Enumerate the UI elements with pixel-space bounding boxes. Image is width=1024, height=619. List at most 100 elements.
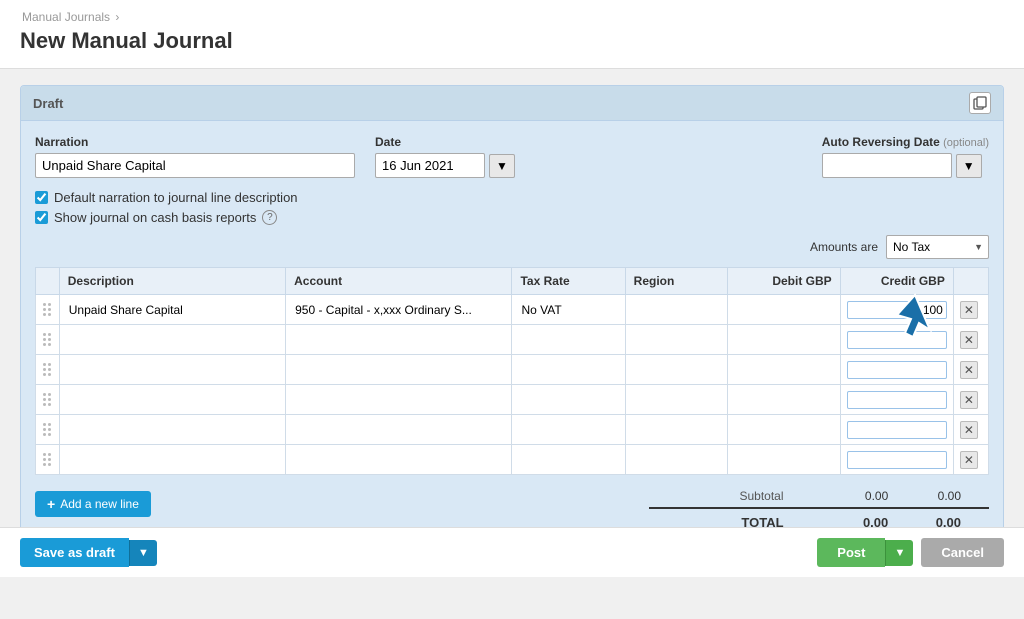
cell-debit-gbp[interactable] — [727, 415, 840, 445]
breadcrumb[interactable]: Manual Journals › — [20, 10, 1004, 24]
amounts-select-wrap[interactable]: No Tax Tax Exclusive Tax Inclusive — [886, 235, 989, 259]
debit-input[interactable] — [734, 302, 834, 318]
cell-debit-gbp[interactable] — [727, 445, 840, 475]
cell-tax-rate[interactable] — [512, 445, 625, 475]
account-input[interactable] — [292, 302, 505, 318]
account-input[interactable] — [292, 332, 505, 348]
cell-account[interactable] — [286, 295, 512, 325]
cell-description[interactable] — [59, 415, 285, 445]
credit-input[interactable] — [847, 391, 947, 409]
credit-input[interactable] — [847, 301, 947, 319]
credit-input[interactable] — [847, 451, 947, 469]
cell-account[interactable] — [286, 415, 512, 445]
cell-tax-rate[interactable] — [512, 355, 625, 385]
cell-credit-gbp[interactable] — [840, 415, 953, 445]
description-input[interactable] — [66, 332, 279, 348]
cell-credit-gbp[interactable] — [840, 325, 953, 355]
date-input[interactable] — [375, 153, 485, 178]
description-input[interactable] — [66, 452, 279, 468]
cell-region[interactable] — [625, 355, 727, 385]
remove-row-button[interactable]: ✕ — [960, 331, 978, 349]
debit-input[interactable] — [734, 422, 834, 438]
date-dropdown-button[interactable]: ▼ — [489, 154, 515, 178]
add-new-line-button[interactable]: + Add a new line — [35, 491, 151, 517]
description-input[interactable] — [66, 362, 279, 378]
narration-input[interactable] — [35, 153, 355, 178]
account-input[interactable] — [292, 392, 505, 408]
cell-description[interactable] — [59, 325, 285, 355]
credit-input[interactable] — [847, 331, 947, 349]
cell-tax-rate[interactable] — [512, 415, 625, 445]
cell-debit-gbp[interactable] — [727, 295, 840, 325]
breadcrumb-label[interactable]: Manual Journals — [22, 10, 110, 24]
drag-handle[interactable] — [36, 445, 60, 475]
cell-account[interactable] — [286, 355, 512, 385]
drag-handle[interactable] — [36, 385, 60, 415]
region-input[interactable] — [632, 332, 721, 348]
cell-debit-gbp[interactable] — [727, 325, 840, 355]
drag-handle[interactable] — [36, 325, 60, 355]
cell-tax-rate[interactable] — [512, 325, 625, 355]
region-input[interactable] — [632, 422, 721, 438]
cell-description[interactable] — [59, 295, 285, 325]
cell-account[interactable] — [286, 445, 512, 475]
save-draft-dropdown-button[interactable]: ▼ — [129, 540, 157, 566]
cell-credit-gbp[interactable] — [840, 385, 953, 415]
credit-input[interactable] — [847, 421, 947, 439]
cell-region[interactable] — [625, 445, 727, 475]
tax-rate-input[interactable] — [518, 362, 618, 378]
checkbox-cash-basis[interactable] — [35, 211, 48, 224]
credit-input[interactable] — [847, 361, 947, 379]
auto-reversing-dropdown-button[interactable]: ▼ — [956, 154, 982, 178]
account-input[interactable] — [292, 422, 505, 438]
debit-input[interactable] — [734, 392, 834, 408]
account-input[interactable] — [292, 452, 505, 468]
tax-rate-input[interactable] — [518, 332, 618, 348]
debit-input[interactable] — [734, 452, 834, 468]
description-input[interactable] — [66, 392, 279, 408]
help-icon[interactable]: ? — [262, 210, 277, 225]
cancel-button[interactable]: Cancel — [921, 538, 1004, 567]
account-input[interactable] — [292, 362, 505, 378]
description-input[interactable] — [66, 302, 279, 318]
checkbox-narration[interactable] — [35, 191, 48, 204]
cell-tax-rate[interactable] — [512, 385, 625, 415]
cell-description[interactable] — [59, 385, 285, 415]
drag-handle[interactable] — [36, 415, 60, 445]
cell-account[interactable] — [286, 325, 512, 355]
tax-rate-input[interactable] — [518, 392, 618, 408]
tax-rate-input[interactable] — [518, 302, 618, 318]
cell-region[interactable] — [625, 325, 727, 355]
copy-button[interactable] — [969, 92, 991, 114]
cell-region[interactable] — [625, 385, 727, 415]
remove-row-button[interactable]: ✕ — [960, 451, 978, 469]
remove-row-button[interactable]: ✕ — [960, 301, 978, 319]
region-input[interactable] — [632, 302, 721, 318]
tax-rate-input[interactable] — [518, 422, 618, 438]
remove-row-button[interactable]: ✕ — [960, 421, 978, 439]
amounts-select[interactable]: No Tax Tax Exclusive Tax Inclusive — [886, 235, 989, 259]
cell-debit-gbp[interactable] — [727, 385, 840, 415]
cell-description[interactable] — [59, 355, 285, 385]
region-input[interactable] — [632, 452, 721, 468]
remove-row-button[interactable]: ✕ — [960, 361, 978, 379]
remove-row-button[interactable]: ✕ — [960, 391, 978, 409]
cell-credit-gbp[interactable] — [840, 355, 953, 385]
tax-rate-input[interactable] — [518, 452, 618, 468]
cell-region[interactable] — [625, 295, 727, 325]
description-input[interactable] — [66, 422, 279, 438]
cell-debit-gbp[interactable] — [727, 355, 840, 385]
cell-description[interactable] — [59, 445, 285, 475]
cell-account[interactable] — [286, 385, 512, 415]
cell-tax-rate[interactable] — [512, 295, 625, 325]
region-input[interactable] — [632, 362, 721, 378]
debit-input[interactable] — [734, 332, 834, 348]
post-dropdown-button[interactable]: ▼ — [885, 540, 913, 566]
drag-handle[interactable] — [36, 295, 60, 325]
cell-credit-gbp[interactable] — [840, 445, 953, 475]
region-input[interactable] — [632, 392, 721, 408]
save-draft-button[interactable]: Save as draft — [20, 538, 129, 567]
cell-region[interactable] — [625, 415, 727, 445]
debit-input[interactable] — [734, 362, 834, 378]
post-button[interactable]: Post — [817, 538, 885, 567]
